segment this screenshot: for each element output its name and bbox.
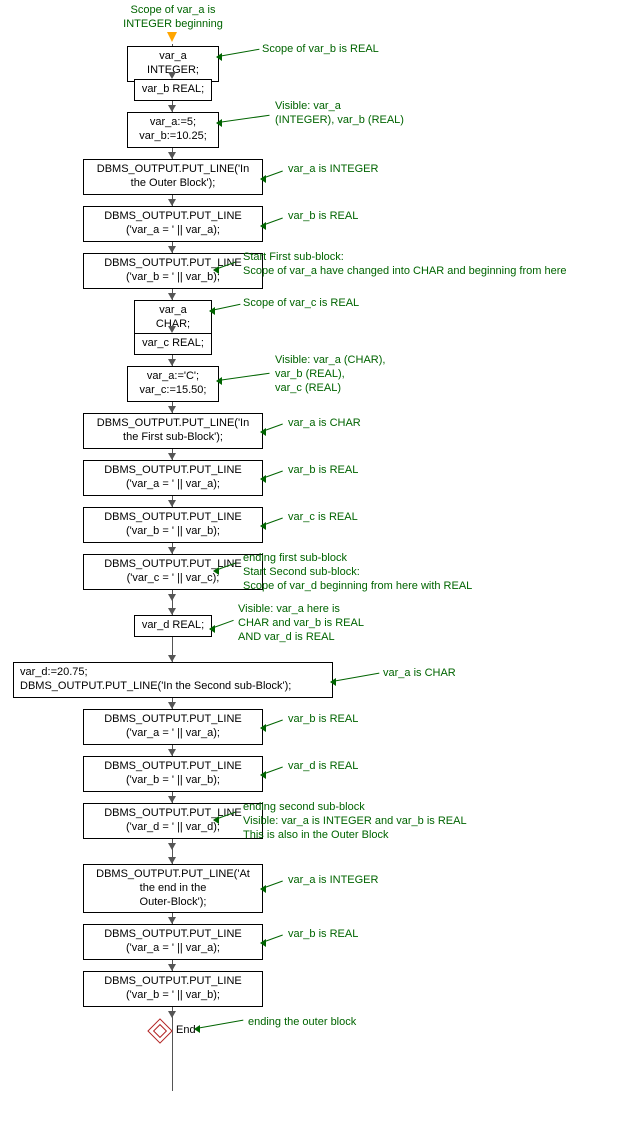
edge-head — [168, 453, 176, 460]
node-var-d-real: var_d REAL; — [134, 615, 212, 637]
node-put-first-sub: DBMS_OUTPUT.PUT_LINE('In the First sub-B… — [83, 413, 263, 449]
edge-head — [168, 406, 176, 413]
edge-head — [168, 702, 176, 709]
edge-head — [168, 594, 176, 601]
annotation-top: Scope of var_a is INTEGER beginning — [108, 4, 238, 32]
anno-arrow — [260, 885, 266, 893]
annotation-var-b-real-2: var_b is REAL — [288, 464, 358, 478]
anno-line — [196, 1020, 243, 1029]
anno-arrow — [216, 377, 222, 385]
annotation-var-d-real: var_d is REAL — [288, 760, 358, 774]
annotation-visible-1: Visible: var_a (INTEGER), var_b (REAL) — [275, 100, 404, 128]
node-put-outer-block: DBMS_OUTPUT.PUT_LINE('In the Outer Block… — [83, 159, 263, 195]
edge-head — [168, 105, 176, 112]
anno-arrow — [216, 119, 222, 127]
anno-arrow — [213, 266, 219, 274]
node-put-var-b-2: DBMS_OUTPUT.PUT_LINE ('var_b = ' || var_… — [83, 507, 263, 543]
annotation-var-c-real: var_c is REAL — [288, 511, 358, 525]
annotation-var-a-char-1: var_a is CHAR — [288, 417, 361, 431]
anno-arrow — [209, 625, 215, 633]
anno-arrow — [260, 428, 266, 436]
node-put-var-b-4: DBMS_OUTPUT.PUT_LINE ('var_b = ' || var_… — [83, 971, 263, 1007]
edge-head — [168, 917, 176, 924]
edge-head — [168, 326, 176, 333]
node-put-var-c: DBMS_OUTPUT.PUT_LINE ('var_c = ' || var_… — [83, 554, 263, 590]
edge-head — [168, 293, 176, 300]
edge-head — [168, 547, 176, 554]
annotation-var-a-int-2: var_a is INTEGER — [288, 874, 378, 888]
node-put-var-d: DBMS_OUTPUT.PUT_LINE ('var_d = ' || var_… — [83, 803, 263, 839]
node-put-var-a-1: DBMS_OUTPUT.PUT_LINE ('var_a = ' || var_… — [83, 206, 263, 242]
node-put-var-a-4: DBMS_OUTPUT.PUT_LINE ('var_a = ' || var_… — [83, 924, 263, 960]
annotation-ending-second-sub: ending second sub-block Visible: var_a i… — [243, 801, 467, 842]
anno-arrow — [209, 307, 215, 315]
annotation-visible-3: Visible: var_a here is CHAR and var_b is… — [238, 603, 364, 644]
anno-arrow — [213, 567, 219, 575]
anno-arrow — [260, 771, 266, 779]
annotation-var-a-char-2: var_a is CHAR — [383, 667, 456, 681]
annotation-ending-outer: ending the outer block — [248, 1016, 356, 1030]
anno-arrow — [330, 678, 336, 686]
annotation-var-b-real-1: var_b is REAL — [288, 210, 358, 224]
edge-head — [168, 857, 176, 864]
node-put-end-outer: DBMS_OUTPUT.PUT_LINE('At the end in the … — [83, 864, 263, 913]
node-put-var-a-3: DBMS_OUTPUT.PUT_LINE ('var_a = ' || var_… — [83, 709, 263, 745]
arrow-orange-down — [167, 32, 177, 42]
edge-head — [168, 796, 176, 803]
annotation-var-b-real-4: var_b is REAL — [288, 928, 358, 942]
edge-head — [168, 199, 176, 206]
edge-head — [168, 246, 176, 253]
node-var-b-real: var_b REAL; — [134, 79, 212, 101]
annotation-var-a-int-1: var_a is INTEGER — [288, 163, 378, 177]
node-var-c-real: var_c REAL; — [134, 333, 212, 355]
anno-line — [332, 673, 379, 682]
anno-line — [211, 304, 241, 311]
node-assign-3: var_d:=20.75; DBMS_OUTPUT.PUT_LINE('In t… — [13, 662, 333, 698]
node-put-var-a-2: DBMS_OUTPUT.PUT_LINE ('var_a = ' || var_… — [83, 460, 263, 496]
edge-head — [168, 72, 176, 79]
edge-head — [168, 152, 176, 159]
annotation-start-first-sub: Start First sub-block: Scope of var_a ha… — [243, 251, 567, 279]
anno-arrow — [213, 816, 219, 824]
edge-head — [168, 749, 176, 756]
end-node — [147, 1018, 173, 1044]
edge-head — [168, 843, 176, 850]
edge-head — [168, 964, 176, 971]
annotation-scope-var-c: Scope of var_c is REAL — [243, 297, 359, 311]
node-put-var-b-1: DBMS_OUTPUT.PUT_LINE ('var_b = ' || var_… — [83, 253, 263, 289]
anno-arrow — [260, 522, 266, 530]
anno-arrow — [216, 53, 222, 61]
end-label: End — [176, 1024, 196, 1036]
annotation-visible-2: Visible: var_a (CHAR), var_b (REAL), var… — [275, 354, 385, 395]
anno-line — [218, 49, 260, 57]
annotation-ending-first-sub: ending first sub-block Start Second sub-… — [243, 552, 472, 593]
anno-line — [218, 373, 270, 381]
edge-head — [168, 655, 176, 662]
edge-head — [168, 608, 176, 615]
anno-arrow — [260, 222, 266, 230]
node-put-var-b-3: DBMS_OUTPUT.PUT_LINE ('var_b = ' || var_… — [83, 756, 263, 792]
flowchart-container: Scope of var_a is INTEGER beginning var_… — [0, 10, 619, 1121]
anno-arrow — [260, 939, 266, 947]
anno-arrow — [260, 724, 266, 732]
node-assign-2: var_a:='C'; var_c:=15.50; — [127, 366, 219, 402]
anno-line — [218, 115, 270, 123]
anno-arrow — [194, 1025, 200, 1033]
edge-head — [168, 500, 176, 507]
node-assign-1: var_a:=5; var_b:=10.25; — [127, 112, 219, 148]
annotation-scope-var-b: Scope of var_b is REAL — [262, 43, 379, 57]
edge-head — [168, 359, 176, 366]
edge-head — [168, 1011, 176, 1018]
anno-arrow — [260, 475, 266, 483]
annotation-var-b-real-3: var_b is REAL — [288, 713, 358, 727]
anno-arrow — [260, 175, 266, 183]
